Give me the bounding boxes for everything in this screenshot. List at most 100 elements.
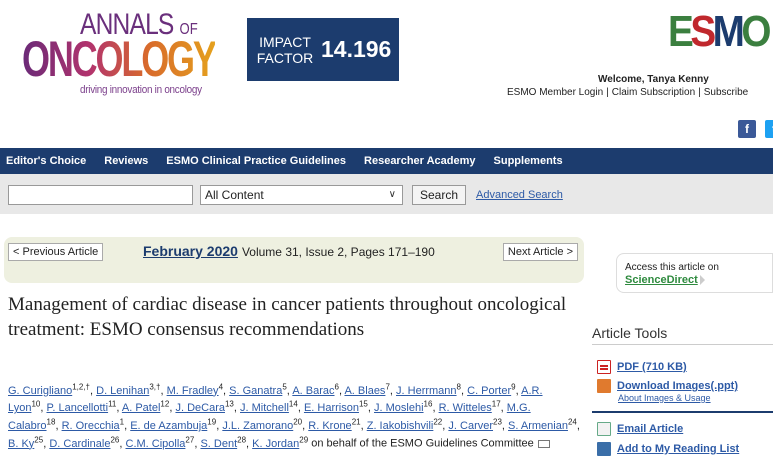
impact-factor-badge: IMPACT FACTOR 14.196 — [247, 18, 399, 81]
author-link[interactable]: C.M. Cipolla — [126, 438, 186, 450]
chevron-down-icon: ∨ — [388, 189, 396, 200]
reading-list-icon — [597, 441, 611, 456]
author-link[interactable]: K. Jordan — [252, 438, 299, 450]
author-affiliation: 4 — [218, 382, 224, 391]
author-affiliation: 8 — [456, 382, 461, 391]
annals-of-oncology-logo[interactable]: ANNALS OF ONCOLOGY driving innovation in… — [22, 8, 217, 98]
author-affiliation: 9 — [511, 382, 516, 391]
next-article-button[interactable]: Next Article > — [502, 243, 578, 261]
author-link[interactable]: J. Carver — [448, 420, 493, 432]
author-link[interactable]: J. Moslehi — [374, 402, 424, 414]
article-navigation: < Previous Article February 2020 Volume 3… — [4, 237, 584, 283]
author-affiliation: 23 — [493, 417, 502, 427]
impact-factor-label: IMPACT FACTOR — [256, 33, 314, 66]
access-label: Access this article on — [625, 262, 719, 273]
author-link[interactable]: M. Fradley — [167, 385, 219, 397]
pdf-link[interactable]: PDF (710 KB) — [617, 361, 687, 373]
author-link[interactable]: J. Herrmann — [396, 385, 457, 397]
author-link[interactable]: B. Ky — [8, 438, 34, 450]
sciencedirect-access-box: Access this article on ScienceDirect — [616, 253, 773, 293]
issue-info: February 2020 Volume 31, Issue 2, Pages 1… — [143, 243, 435, 259]
search-button[interactable]: Search — [412, 185, 466, 205]
issue-link[interactable]: February 2020 — [143, 243, 238, 259]
pdf-tool[interactable]: PDF (710 KB) — [597, 358, 687, 376]
author-affiliation: 21 — [351, 417, 361, 427]
author-link[interactable]: G. Curigliano — [8, 385, 72, 397]
pdf-icon — [597, 359, 611, 374]
welcome-message: Welcome, Tanya Kenny — [598, 74, 709, 85]
author-affiliation: 1 — [119, 417, 125, 427]
main-nav: Editor's Choice Reviews ESMO Clinical Pr… — [0, 148, 773, 174]
content-select[interactable]: All Content ∨ — [200, 185, 403, 205]
nav-editors-choice[interactable]: Editor's Choice — [6, 155, 86, 167]
author-link[interactable]: P. Lancellotti — [46, 402, 108, 414]
author-link[interactable]: D. Cardinale — [49, 438, 110, 450]
author-link[interactable]: C. Porter — [467, 385, 511, 397]
author-affiliation: 14 — [288, 399, 298, 409]
article-title: Management of cardiac disease in cancer … — [8, 294, 567, 340]
author-link[interactable]: Z. Iakobishvili — [367, 420, 434, 432]
author-link[interactable]: A. Barac — [292, 385, 334, 397]
author-affiliation: 24 — [567, 417, 577, 427]
nav-reviews[interactable]: Reviews — [104, 155, 148, 167]
email-icon — [597, 421, 611, 436]
article-tools-title: Article Tools — [592, 325, 668, 341]
author-link[interactable]: R. Witteles — [439, 402, 492, 414]
download-images-link[interactable]: Download Images(.ppt) — [617, 380, 738, 392]
author-affiliation: 15 — [358, 399, 368, 409]
author-link[interactable]: D. Lenihan — [96, 385, 149, 397]
search-input[interactable] — [8, 185, 193, 205]
logo-tagline: driving innovation in oncology — [80, 84, 202, 96]
author-affiliation: 12 — [160, 399, 170, 409]
author-affiliation: 28 — [237, 434, 247, 444]
impact-factor-value: 14.196 — [321, 36, 392, 62]
author-affiliation: 10 — [31, 399, 41, 409]
esmo-logo[interactable]: ESMO — [668, 10, 772, 54]
advanced-search-link[interactable]: Advanced Search — [476, 189, 563, 201]
author-affiliation: 20 — [293, 417, 303, 427]
author-affiliation: 3,† — [149, 382, 161, 391]
author-link[interactable]: R. Orecchia — [62, 420, 120, 432]
facebook-icon[interactable]: f — [738, 120, 756, 138]
author-affiliation: 6 — [334, 382, 339, 391]
previous-article-button[interactable]: < Previous Article — [8, 243, 104, 261]
member-login-link[interactable]: ESMO Member Login — [507, 87, 603, 98]
author-link[interactable]: J.L. Zamorano — [222, 420, 293, 432]
author-link[interactable]: R. Krone — [308, 420, 351, 432]
sciencedirect-link[interactable]: ScienceDirect — [625, 274, 705, 286]
email-article-tool[interactable]: Email Article — [597, 420, 683, 438]
author-link[interactable]: E. de Azambuja — [130, 420, 207, 432]
author-link[interactable]: E. Harrison — [304, 402, 359, 414]
images-usage-link[interactable]: About Images & Usage — [618, 393, 711, 403]
author-link[interactable]: S. Armenian — [508, 420, 568, 432]
content-select-value: All Content — [205, 188, 264, 202]
author-affiliation: 1,2,† — [72, 382, 90, 391]
account-links: ESMO Member Login | Claim Subscription | Sub… — [507, 87, 749, 98]
reading-list-link[interactable]: Add to My Reading List — [617, 443, 739, 455]
author-affiliation: 25 — [34, 434, 44, 444]
nav-clinical-guidelines[interactable]: ESMO Clinical Practice Guidelines — [166, 155, 346, 167]
author-link[interactable]: A. Blaes — [344, 385, 385, 397]
twitter-icon[interactable]: t — [765, 120, 773, 138]
author-link[interactable]: A. Patel — [122, 402, 161, 414]
author-affiliation: 16 — [423, 399, 433, 409]
nav-supplements[interactable]: Supplements — [494, 155, 563, 167]
mail-icon[interactable] — [537, 439, 550, 448]
author-link[interactable]: S. Dent — [200, 438, 237, 450]
nav-researcher-academy[interactable]: Researcher Academy — [364, 155, 476, 167]
author-affiliation: 19 — [207, 417, 217, 427]
subscribe-link[interactable]: Subscribe — [704, 87, 748, 98]
reading-list-tool[interactable]: Add to My Reading List — [597, 440, 739, 458]
author-link[interactable]: S. Ganatra — [229, 385, 282, 397]
email-article-link[interactable]: Email Article — [617, 423, 683, 435]
arrow-right-icon — [699, 275, 705, 286]
logo-title-oncology: ONCOLOGY — [22, 31, 217, 87]
author-link[interactable]: J. Mitchell — [240, 402, 289, 414]
author-affiliation: 18 — [46, 417, 56, 427]
author-affiliation: 27 — [185, 434, 195, 444]
author-affiliation: 13 — [224, 399, 234, 409]
author-affiliation: 5 — [282, 382, 287, 391]
claim-subscription-link[interactable]: Claim Subscription — [612, 87, 695, 98]
divider — [592, 344, 773, 345]
author-link[interactable]: J. DeCara — [175, 402, 225, 414]
